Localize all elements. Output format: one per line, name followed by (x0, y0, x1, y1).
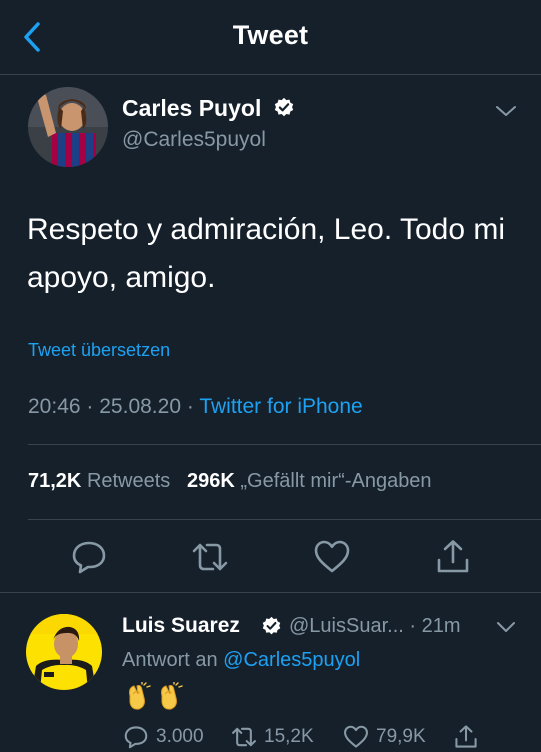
reply-time: · 21m (409, 615, 461, 637)
avatar-photo (26, 614, 102, 690)
avatar-photo (28, 87, 108, 167)
share-icon (455, 725, 477, 748)
reply-prefix: Antwort an (122, 649, 218, 671)
author-name[interactable]: Carles Puyol (122, 95, 261, 122)
tweet-stats: 71,2K Retweets 296K „Gefällt mir“-Angabe… (28, 470, 432, 493)
tweet-meta: 20:46 · 25.08.20 · Twitter for iPhone (28, 395, 363, 419)
page-title: Tweet (232, 20, 309, 50)
tweet-source-link[interactable]: Twitter for iPhone (199, 395, 362, 418)
reply-replies-count: 3.000 (156, 726, 204, 747)
verified-badge-icon (262, 616, 281, 635)
reply-author-handle[interactable]: @LuisSuar... (289, 615, 404, 637)
retweets-label: Retweets (86, 470, 171, 492)
reply-icon (124, 726, 148, 749)
meta-dot: · (86, 395, 94, 418)
reply-likes-count: 79,9K (376, 726, 426, 747)
tweet-date: 25.08.20 (99, 395, 181, 418)
like-button[interactable] (313, 538, 351, 576)
clapping-hands-icon (129, 682, 151, 710)
chevron-down-icon[interactable] (496, 621, 516, 633)
divider (28, 444, 541, 445)
retweets-count: 71,2K (28, 470, 82, 492)
share-icon (437, 540, 469, 573)
chevron-down-icon[interactable] (495, 104, 517, 118)
translate-link[interactable]: Tweet übersetzen (28, 340, 170, 361)
meta-dot: · (186, 395, 194, 418)
verified-badge-icon (274, 97, 294, 117)
reply-retweets-count: 15,2K (264, 726, 314, 747)
reply-author-name[interactable]: Luis Suarez (122, 614, 240, 638)
divider (28, 519, 541, 520)
tweet-text: Respeto y admiración, Leo. Todo mi apoyo… (27, 213, 506, 294)
share-button[interactable] (434, 538, 472, 576)
likes-count: 296K (187, 470, 235, 492)
top-bar: Tweet (0, 0, 541, 75)
reply-mention-link[interactable]: @Carles5puyol (223, 649, 360, 671)
reply-icon (72, 541, 106, 574)
retweets-stat[interactable]: 71,2K Retweets (28, 470, 176, 492)
section-separator (0, 592, 541, 593)
likes-label: „Gefällt mir“-Angaben (240, 470, 432, 492)
reply-action-bar: 3.000 15,2K 79,9K (122, 722, 541, 752)
author-handle[interactable]: @Carles5puyol (122, 128, 266, 152)
reply-meta: @LuisSuar... · 21m (289, 615, 461, 638)
author-avatar[interactable] (28, 87, 108, 167)
heart-icon (314, 540, 350, 573)
retweet-icon (232, 727, 256, 747)
reply-button[interactable] (70, 538, 108, 576)
retweet-button[interactable] (191, 538, 229, 576)
clapping-hands-icon (161, 682, 183, 710)
reply-context: Antwort an @Carles5puyol (122, 649, 360, 672)
tweet-time: 20:46 (28, 395, 81, 418)
retweet-icon (192, 543, 228, 571)
likes-stat[interactable]: 296K „Gefällt mir“-Angaben (187, 470, 432, 492)
reply-author-avatar[interactable] (26, 614, 102, 690)
heart-icon (344, 725, 368, 748)
